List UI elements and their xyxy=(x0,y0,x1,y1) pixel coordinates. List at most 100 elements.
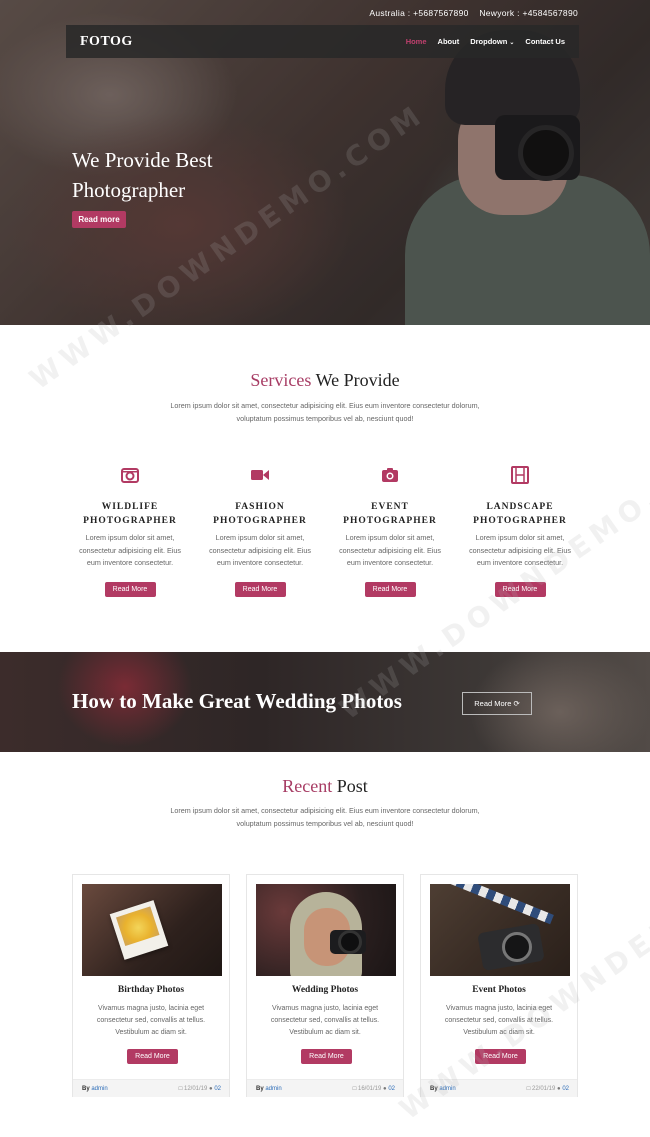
services-description: Lorem ipsum dolor sit amet, consectetur … xyxy=(140,399,510,425)
post-desc-line1: Vivamus magna justo, lacinia eget xyxy=(445,1005,553,1012)
service-description: Lorem ipsum dolor sit amet, consectetur … xyxy=(455,532,585,570)
post-desc-line2: consectetur sed, convallis at tellus. xyxy=(270,1017,380,1024)
hero-title: We Provide Best Photographer xyxy=(72,145,213,205)
post-description: Vivamus magna justo, lacinia eget consec… xyxy=(257,1003,393,1039)
post-author-link[interactable]: admin xyxy=(265,1086,281,1092)
service-title: WILDLIFE PHOTOGRAPHER xyxy=(65,500,195,528)
service-desc-line3: eum inventore consectetur. xyxy=(216,558,304,567)
post-author-by: By xyxy=(82,1086,90,1092)
post-desc-line3: Vestibulum ac diam sit. xyxy=(289,1029,361,1036)
post-author: By admin xyxy=(256,1080,282,1098)
post-card-birthday: Birthday Photos Vivamus magna justo, lac… xyxy=(72,874,230,1097)
service-desc-line3: eum inventore consectetur. xyxy=(476,558,564,567)
service-read-more-button[interactable]: Read More xyxy=(494,581,546,597)
post-title[interactable]: Event Photos xyxy=(421,985,577,995)
contact-newyork: Newyork : +4584567890 xyxy=(479,8,578,18)
nav-contact[interactable]: Contact Us xyxy=(525,37,565,46)
service-title: EVENT PHOTOGRAPHER xyxy=(325,500,455,528)
post-read-more-button[interactable]: Read More xyxy=(301,1049,352,1064)
post-author: By admin xyxy=(430,1080,456,1098)
post-author: By admin xyxy=(82,1080,108,1098)
post-card-wedding: Wedding Photos Vivamus magna justo, laci… xyxy=(246,874,404,1097)
post-description: Vivamus magna justo, lacinia eget consec… xyxy=(83,1003,219,1039)
service-description: Lorem ipsum dolor sit amet, consectetur … xyxy=(325,532,455,570)
chevron-down-icon: ⌄ xyxy=(509,40,515,46)
recent-description-line2: voluptatum possimus temporibus vel ab, n… xyxy=(236,819,414,828)
recent-title-accent: Recent xyxy=(282,776,333,796)
post-desc-line2: consectetur sed, convallis at tellus. xyxy=(444,1017,554,1024)
service-title-line1: FASHION xyxy=(235,502,285,512)
service-desc-line1: Lorem ipsum dolor sit amet, xyxy=(215,533,305,542)
post-description: Vivamus magna justo, lacinia eget consec… xyxy=(431,1003,567,1039)
post-read-more-button[interactable]: Read More xyxy=(127,1049,178,1064)
camera-retro-icon xyxy=(121,468,139,483)
photo-polaroid xyxy=(109,900,169,960)
service-card-landscape: LANDSCAPE PHOTOGRAPHER Lorem ipsum dolor… xyxy=(455,466,585,597)
service-title-line2: PHOTOGRAPHER xyxy=(343,516,437,526)
post-meta: □ 22/01/19 ● 02 xyxy=(527,1080,569,1098)
post-author-by: By xyxy=(256,1086,264,1092)
service-title-line2: PHOTOGRAPHER xyxy=(473,516,567,526)
post-comment-count[interactable]: 02 xyxy=(388,1086,395,1092)
film-icon xyxy=(511,466,529,484)
banner-read-more-button[interactable]: Read More ⟳ xyxy=(462,692,532,715)
video-camera-icon xyxy=(251,470,269,480)
services-description-line2: voluptatum possimus temporibus vel ab, n… xyxy=(236,414,414,423)
post-footer: By admin □ 22/01/19 ● 02 xyxy=(421,1079,577,1097)
post-image[interactable] xyxy=(430,884,570,976)
post-author-link[interactable]: admin xyxy=(439,1086,455,1092)
service-desc-line1: Lorem ipsum dolor sit amet, xyxy=(475,533,565,542)
service-read-more-button[interactable]: Read More xyxy=(234,581,286,597)
service-title-line1: EVENT xyxy=(371,502,409,512)
service-title-line1: LANDSCAPE xyxy=(486,502,554,512)
service-desc-line2: consectetur adipisicing elit. Eius xyxy=(209,545,311,555)
post-comment-count[interactable]: 02 xyxy=(214,1086,221,1092)
post-date: 16/01/19 xyxy=(357,1086,382,1092)
nav-home[interactable]: Home xyxy=(406,37,427,46)
services-description-line1: Lorem ipsum dolor sit amet, consectetur … xyxy=(170,401,480,410)
service-description: Lorem ipsum dolor sit amet, consectetur … xyxy=(195,532,325,570)
recent-post-title: Recent Post xyxy=(0,776,650,797)
post-date: 22/01/19 xyxy=(531,1086,556,1092)
post-title[interactable]: Wedding Photos xyxy=(247,985,403,995)
services-title: Services We Provide xyxy=(0,370,650,391)
service-read-more-button[interactable]: Read More xyxy=(364,581,416,597)
comment-icon: ● xyxy=(209,1086,213,1092)
service-read-more-button[interactable]: Read More xyxy=(104,581,156,597)
nav-about[interactable]: About xyxy=(438,37,460,46)
post-title[interactable]: Birthday Photos xyxy=(73,985,229,995)
post-read-more-button[interactable]: Read More xyxy=(475,1049,526,1064)
contact-australia: Australia : +5687567890 xyxy=(369,8,469,18)
service-card-fashion: FASHION PHOTOGRAPHER Lorem ipsum dolor s… xyxy=(195,466,325,597)
post-image[interactable] xyxy=(82,884,222,976)
post-footer: By admin □ 16/01/19 ● 02 xyxy=(247,1079,403,1097)
post-image[interactable] xyxy=(256,884,396,976)
logo[interactable]: FOTOG xyxy=(80,34,133,50)
services-title-accent: Services xyxy=(250,370,312,390)
service-desc-line3: eum inventore consectetur. xyxy=(86,558,174,567)
service-desc-line1: Lorem ipsum dolor sit amet, xyxy=(85,533,175,542)
camera-icon xyxy=(382,468,398,482)
service-title: LANDSCAPE PHOTOGRAPHER xyxy=(455,500,585,528)
post-comment-count[interactable]: 02 xyxy=(562,1086,569,1092)
post-desc-line2: consectetur sed, convallis at tellus. xyxy=(96,1017,206,1024)
service-card-event: EVENT PHOTOGRAPHER Lorem ipsum dolor sit… xyxy=(325,466,455,597)
service-desc-line2: consectetur adipisicing elit. Eius xyxy=(339,545,441,555)
service-desc-line3: eum inventore consectetur. xyxy=(346,558,434,567)
hero-title-line1: We Provide Best xyxy=(72,148,213,172)
calendar-icon: □ xyxy=(352,1086,357,1092)
photo-camera-lens xyxy=(502,932,532,962)
service-description: Lorem ipsum dolor sit amet, consectetur … xyxy=(65,532,195,570)
comment-icon: ● xyxy=(557,1086,561,1092)
post-desc-line3: Vestibulum ac diam sit. xyxy=(463,1029,535,1036)
nav-dropdown[interactable]: Dropdown ⌄ xyxy=(470,37,514,46)
post-meta: □ 12/01/19 ● 02 xyxy=(179,1080,221,1098)
post-author-by: By xyxy=(430,1086,438,1092)
hero-title-line2: Photographer xyxy=(72,178,186,202)
hero-read-more-button[interactable]: Read more xyxy=(72,211,126,228)
photo-strap xyxy=(448,884,554,925)
service-desc-line2: consectetur adipisicing elit. Eius xyxy=(469,545,571,555)
post-desc-line1: Vivamus magna justo, lacinia eget xyxy=(97,1005,205,1012)
nav-dropdown-label: Dropdown xyxy=(470,37,508,46)
post-author-link[interactable]: admin xyxy=(91,1086,107,1092)
